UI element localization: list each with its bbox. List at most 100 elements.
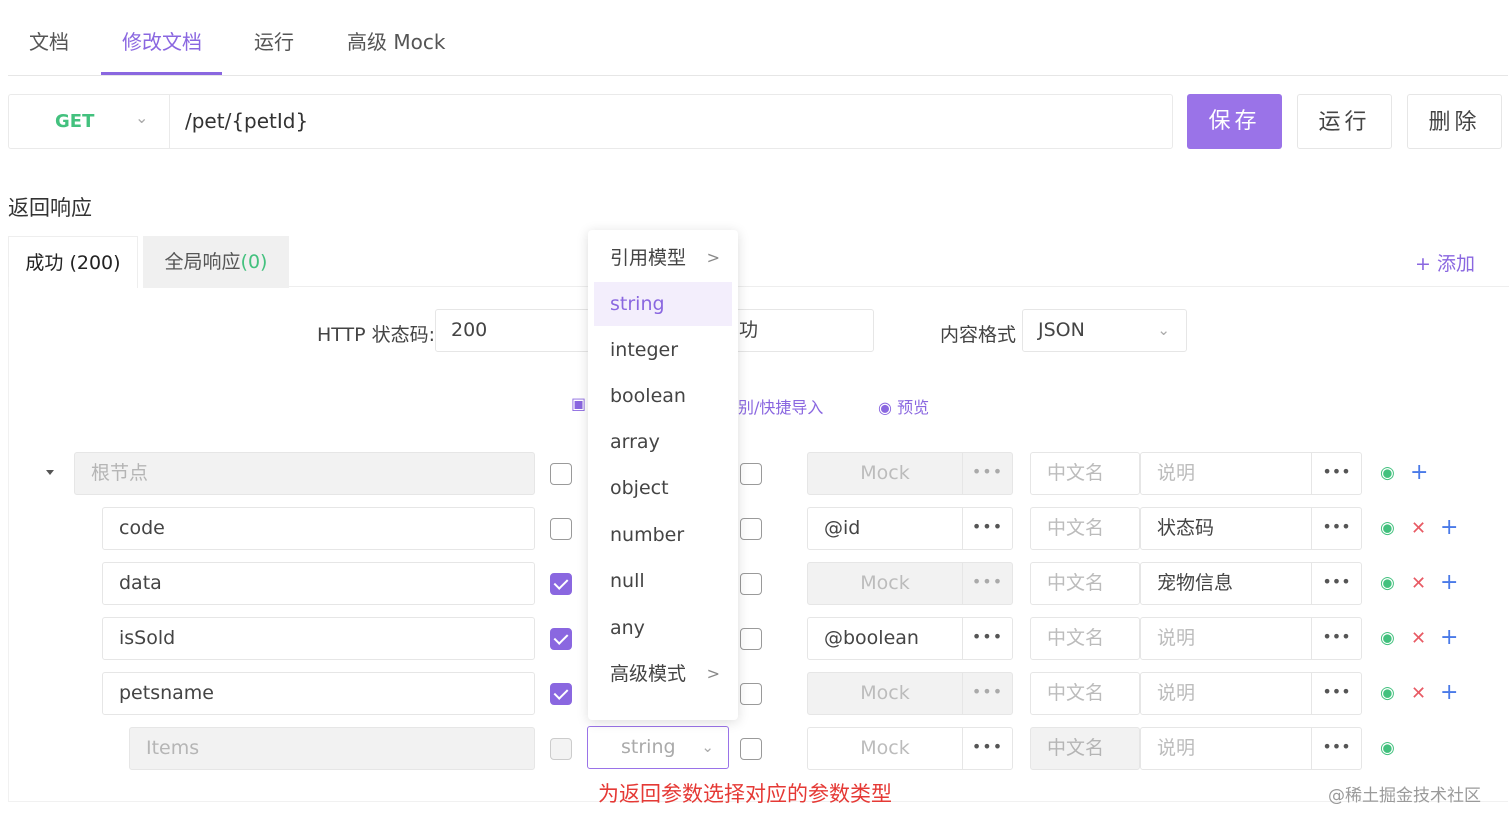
type-dropdown-menu: 引用模型 > string integer boolean array objec…: [588, 230, 738, 720]
required-checkbox[interactable]: [550, 683, 572, 705]
required-checkbox[interactable]: [550, 463, 572, 485]
type-select[interactable]: string ⌄: [587, 726, 729, 769]
dropdown-item-array[interactable]: array: [594, 420, 732, 464]
dropdown-item-advanced[interactable]: 高级模式 >: [594, 652, 732, 696]
description-input[interactable]: 说明 •••: [1140, 452, 1362, 495]
chinese-name-input[interactable]: 中文名: [1030, 452, 1140, 495]
more-icon[interactable]: •••: [1311, 618, 1361, 659]
settings-icon[interactable]: ◉: [1380, 463, 1395, 483]
description-value: 说明: [1157, 462, 1196, 484]
settings-icon[interactable]: ◉: [1380, 683, 1395, 703]
tab-success-response[interactable]: 成功 (200): [8, 236, 138, 288]
dropdown-item-ref-model[interactable]: 引用模型 >: [594, 236, 732, 280]
add-child-icon[interactable]: +: [1440, 572, 1458, 594]
param-name-input[interactable]: isSold: [102, 617, 535, 660]
status-code-input[interactable]: 200: [435, 309, 590, 352]
chinese-name-input[interactable]: 中文名: [1030, 562, 1140, 605]
more-icon[interactable]: •••: [962, 618, 1012, 659]
method-value: GET: [55, 111, 95, 132]
required-checkbox[interactable]: [550, 573, 572, 595]
more-icon[interactable]: •••: [962, 563, 1012, 604]
description-input[interactable]: 说明 •••: [1140, 727, 1362, 770]
required-checkbox[interactable]: [550, 518, 572, 540]
more-icon[interactable]: •••: [962, 728, 1012, 769]
description-input[interactable]: 状态码 •••: [1140, 507, 1362, 550]
description-input[interactable]: 说明 •••: [1140, 617, 1362, 660]
preview-link[interactable]: ◉ 预览: [878, 394, 929, 418]
tab-edit-docs[interactable]: 修改文档: [122, 26, 202, 58]
more-icon[interactable]: •••: [1311, 728, 1361, 769]
more-icon[interactable]: •••: [1311, 453, 1361, 494]
nullable-checkbox[interactable]: [740, 463, 762, 485]
settings-icon[interactable]: ◉: [1380, 573, 1395, 593]
more-icon[interactable]: •••: [1311, 563, 1361, 604]
run-button[interactable]: 运行: [1297, 94, 1392, 149]
mock-input[interactable]: Mock •••: [807, 562, 1013, 605]
delete-icon[interactable]: ✕: [1411, 628, 1426, 649]
dropdown-item-number[interactable]: number: [594, 513, 732, 557]
settings-icon[interactable]: ◉: [1380, 738, 1395, 758]
response-name-input[interactable]: 功: [720, 309, 874, 352]
mock-input[interactable]: Mock •••: [807, 452, 1013, 495]
nullable-checkbox[interactable]: [740, 683, 762, 705]
quick-import-link[interactable]: 别/快捷导入: [738, 394, 823, 418]
content-format-select[interactable]: JSON ⌄: [1022, 309, 1187, 352]
tab-run[interactable]: 运行: [254, 26, 294, 58]
mock-input[interactable]: @boolean •••: [807, 617, 1013, 660]
dropdown-item-label: 高级模式: [610, 663, 687, 685]
description-input[interactable]: 说明 •••: [1140, 672, 1362, 715]
tab-global-response[interactable]: 全局响应(0): [143, 236, 289, 288]
more-icon[interactable]: •••: [962, 508, 1012, 549]
delete-icon[interactable]: ✕: [1411, 683, 1426, 704]
param-name-input[interactable]: petsname: [102, 672, 535, 715]
nullable-checkbox[interactable]: [740, 738, 762, 760]
add-child-icon[interactable]: +: [1410, 462, 1428, 484]
dropdown-item-null[interactable]: null: [594, 559, 732, 603]
add-child-icon[interactable]: +: [1440, 627, 1458, 649]
description-value: 说明: [1157, 627, 1196, 649]
mock-input[interactable]: Mock •••: [807, 727, 1013, 770]
add-child-icon[interactable]: +: [1440, 682, 1458, 704]
add-response-button[interactable]: + 添加: [1415, 249, 1475, 276]
collapse-caret-icon[interactable]: [46, 470, 54, 475]
dropdown-item-string[interactable]: string: [594, 282, 732, 326]
description-value: 说明: [1157, 682, 1196, 704]
chinese-name-input[interactable]: 中文名: [1030, 672, 1140, 715]
mock-input[interactable]: Mock •••: [807, 672, 1013, 715]
mock-input[interactable]: @id •••: [807, 507, 1013, 550]
required-checkbox: [550, 738, 572, 760]
tab-advanced-mock[interactable]: 高级 Mock: [347, 26, 445, 58]
dropdown-item-boolean[interactable]: boolean: [594, 374, 732, 418]
dropdown-item-any[interactable]: any: [594, 606, 732, 650]
more-icon[interactable]: •••: [962, 673, 1012, 714]
save-button[interactable]: 保存: [1187, 94, 1282, 149]
delete-icon[interactable]: ✕: [1411, 518, 1426, 539]
delete-icon[interactable]: ✕: [1411, 573, 1426, 594]
dropdown-item-object[interactable]: object: [594, 466, 732, 510]
nullable-checkbox[interactable]: [740, 518, 762, 540]
add-child-icon[interactable]: +: [1440, 517, 1458, 539]
description-input[interactable]: 宠物信息 •••: [1140, 562, 1362, 605]
chinese-name-input[interactable]: 中文名: [1030, 507, 1140, 550]
settings-icon[interactable]: ◉: [1380, 628, 1395, 648]
more-icon[interactable]: •••: [962, 453, 1012, 494]
param-name-input[interactable]: code: [102, 507, 535, 550]
param-name-input[interactable]: data: [102, 562, 535, 605]
settings-icon[interactable]: ◉: [1380, 518, 1395, 538]
nullable-checkbox[interactable]: [740, 573, 762, 595]
delete-button[interactable]: 删除: [1407, 94, 1502, 149]
more-icon[interactable]: •••: [1311, 508, 1361, 549]
dropdown-item-integer[interactable]: integer: [594, 328, 732, 372]
annotation-note: 为返回参数选择对应的参数类型: [598, 782, 892, 806]
description-value: 宠物信息: [1157, 572, 1234, 594]
required-checkbox[interactable]: [550, 628, 572, 650]
dropdown-item-label: 引用模型: [610, 247, 687, 269]
mock-value: Mock: [860, 737, 910, 759]
chinese-name-input[interactable]: 中文名: [1030, 617, 1140, 660]
tab-docs[interactable]: 文档: [29, 26, 69, 58]
url-input[interactable]: [169, 94, 1173, 149]
more-icon[interactable]: •••: [1311, 673, 1361, 714]
nullable-checkbox[interactable]: [740, 628, 762, 650]
content-format-value: JSON: [1038, 319, 1085, 341]
status-code-label: HTTP 状态码:: [317, 324, 436, 346]
